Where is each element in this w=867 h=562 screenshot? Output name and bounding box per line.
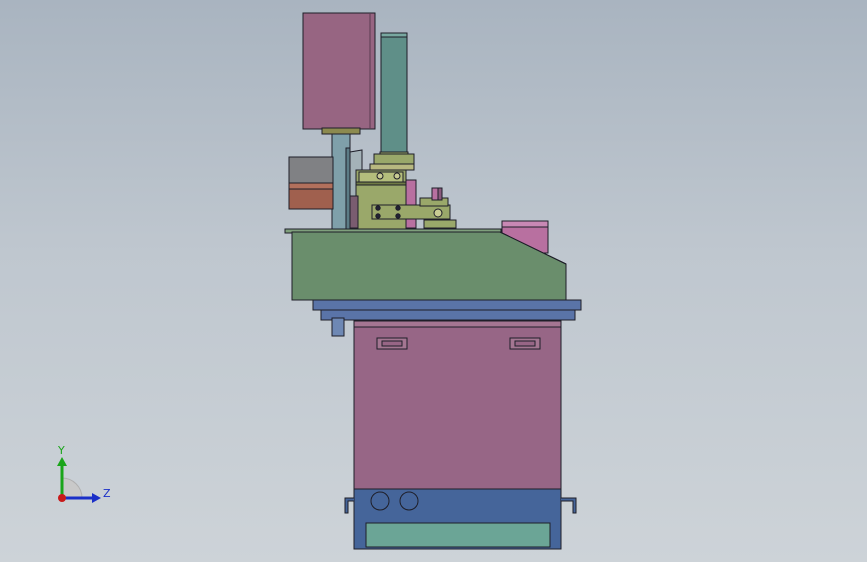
cylinder-column[interactable]	[380, 32, 408, 156]
motor-housing[interactable]	[302, 12, 376, 130]
mount-plate[interactable]	[312, 299, 582, 311]
foot-left	[344, 497, 354, 514]
z-axis-arrow	[92, 493, 101, 503]
base-panel[interactable]	[365, 522, 551, 548]
screw-head	[376, 172, 384, 180]
drain-pipe	[331, 317, 345, 337]
cad-viewport[interactable]	[0, 0, 867, 562]
coordinate-triad-icon: Y Z	[57, 444, 111, 503]
foot-right	[561, 497, 577, 514]
origin-dot	[58, 494, 66, 502]
vent-hole-right	[399, 491, 419, 511]
y-axis-arrow	[57, 457, 67, 466]
coordinate-triad: Y Z	[40, 440, 120, 510]
screw-head	[393, 172, 401, 180]
motor-mount-plate	[321, 127, 361, 135]
counterweight-gray[interactable]	[288, 156, 334, 186]
z-axis-label: Z	[103, 487, 111, 500]
machine-model[interactable]	[284, 12, 582, 550]
y-axis-label: Y	[57, 444, 65, 457]
triad-arc	[61, 477, 83, 499]
vent-hole-left	[370, 491, 390, 511]
